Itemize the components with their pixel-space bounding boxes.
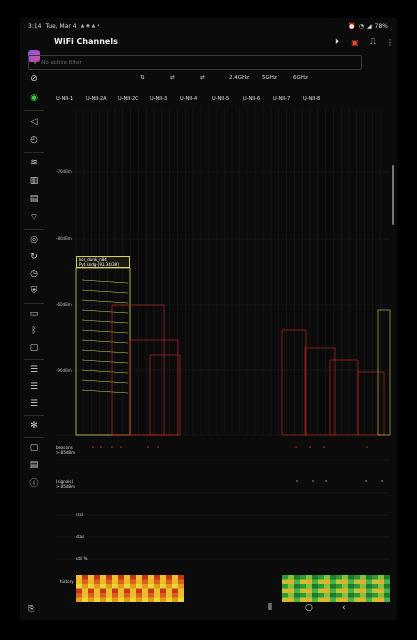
unii-label: U-NII-1 <box>56 96 74 102</box>
notification-icons: ▲ ◆ ▲ • <box>80 23 100 29</box>
unii-label: U-NII-2A <box>86 96 107 102</box>
y-axis-label: -70dBm <box>56 169 72 174</box>
alarm-icon: ⏰ <box>348 22 356 30</box>
server-2-icon[interactable]: ☰ <box>26 380 42 394</box>
band-5g-button[interactable]: 5GHz <box>262 75 277 81</box>
signal-icon[interactable]: ⌔ <box>26 210 42 224</box>
server-icon[interactable]: ☰ <box>26 363 42 377</box>
send-icon[interactable]: ◁ <box>26 115 42 129</box>
rssi-label: rssi <box>76 512 83 517</box>
band-6g-button[interactable]: 6GHz <box>293 75 308 81</box>
screenshot-icon[interactable]: ⎘ <box>28 604 34 614</box>
device-frame: 3:14 Tue, Mar 4 ▲ ◆ ▲ • ⏰ ◔ ◢ 78% ⊘ ◉ ◁ … <box>0 0 417 640</box>
filter-icon: ▼ <box>33 59 38 66</box>
scrollbar-thumb[interactable] <box>392 165 394 225</box>
app-screen: 3:14 Tue, Mar 4 ▲ ◆ ▲ • ⏰ ◔ ◢ 78% ⊘ ◉ ◁ … <box>20 18 397 620</box>
no-wifi-icon[interactable]: ⊘ <box>26 72 42 86</box>
radar-icon[interactable]: ◎ <box>26 233 42 247</box>
unii-label: U-NII-2C <box>118 96 139 102</box>
y-axis-label: -90dBm <box>56 368 72 373</box>
swap-2-icon[interactable]: ⇄ <box>200 75 205 81</box>
sidebar-divider <box>24 437 44 438</box>
unii-label: U-NII-4 <box>180 96 198 102</box>
shield-icon[interactable]: ⛨ <box>26 284 42 298</box>
home-icon[interactable]: ○ <box>305 603 313 613</box>
top-app-bar: WiFi Channels ⏵ ▣ ⎍ ⋮ <box>48 32 397 52</box>
server-3-icon[interactable]: ☰ <box>26 397 42 411</box>
sidebar-divider <box>24 110 44 111</box>
page-title: WiFi Channels <box>54 37 118 46</box>
filter-field[interactable]: ▼ No active filter <box>28 55 362 70</box>
chat-icon[interactable]: ▢ <box>26 441 42 455</box>
wifi-status-icon: ◔ <box>358 22 365 30</box>
info-icon[interactable]: ⓘ <box>26 475 42 489</box>
status-time: 3:14 <box>28 22 42 30</box>
status-date: Tue, Mar 4 <box>45 22 77 30</box>
bar-chart-2-icon[interactable]: ▤ <box>26 192 42 206</box>
pdf-icon[interactable]: ▣ <box>349 36 361 48</box>
battery-percent: 78% <box>374 22 388 30</box>
more-vert-icon[interactable]: ⋮ <box>384 36 396 48</box>
sidebar-divider <box>24 415 44 416</box>
signals-label: (signals) >-85dBm <box>56 479 76 489</box>
history-label: history <box>60 579 74 584</box>
unii-label: U-NII-5 <box>212 96 230 102</box>
signal-step-icon[interactable]: ⎍ <box>367 36 379 48</box>
y-axis-label: -60dBm <box>56 302 72 307</box>
signal-status-icon: ◢ <box>367 22 372 30</box>
settings-icon[interactable]: ✻ <box>26 419 42 433</box>
unii-label: U-NII-7 <box>273 96 291 102</box>
sidebar-divider <box>24 303 44 304</box>
band-2g-button[interactable]: 2.4GHz <box>229 75 249 81</box>
recents-icon[interactable]: ⦀ <box>268 603 272 613</box>
shield-green-icon[interactable]: ◉ <box>26 91 42 105</box>
back-icon[interactable]: ‹ <box>342 603 346 613</box>
bar-chart-icon[interactable]: ▥ <box>26 174 42 188</box>
status-bar: 3:14 Tue, Mar 4 ▲ ◆ ▲ • ⏰ ◔ ◢ 78% <box>28 20 388 32</box>
ssid-line-2: Pyt sndg-[91.34/38] <box>79 262 119 267</box>
unii-label: U-NII-6 <box>243 96 261 102</box>
unii-label: U-NII-8 <box>303 96 321 102</box>
stas-label: stas <box>76 534 85 539</box>
refresh-icon[interactable]: ↻ <box>26 250 42 264</box>
wifi-icon[interactable]: ≋ <box>26 156 42 170</box>
rotate-icon[interactable]: ⇅ <box>140 75 145 81</box>
ssid-label-box[interactable]: kor_dunk_n84 Pyt sndg-[91.34/38] <box>76 256 130 268</box>
speed-icon[interactable]: ◴ <box>26 133 42 147</box>
bluetooth-icon[interactable]: ᛒ <box>26 324 42 338</box>
sidebar: ⊘ ◉ ◁ ◴ ≋ ▥ ▤ ⌔ ◎ ↻ ◷ ⛨ ▭ ᛒ ▢ ☰ ☰ ☰ ✻ ▢ … <box>20 32 48 607</box>
router-icon[interactable]: ▭ <box>26 307 42 321</box>
util-label: util % <box>76 556 88 561</box>
unii-label: U-NII-3 <box>150 96 168 102</box>
sidebar-divider <box>24 152 44 153</box>
beacons-label: beacons >-85dBm <box>56 445 76 455</box>
monitor-icon[interactable]: ▢ <box>26 341 42 355</box>
play-circle-icon[interactable]: ⏵ <box>331 36 343 48</box>
band-selector-row: ⇅ ⇄ ⇄ 2.4GHz 5GHz 6GHz <box>48 75 397 85</box>
document-icon[interactable]: ▤ <box>26 458 42 472</box>
history-icon[interactable]: ◷ <box>26 267 42 281</box>
sidebar-divider <box>24 359 44 360</box>
swap-icon[interactable]: ⇄ <box>170 75 175 81</box>
filter-placeholder: No active filter <box>41 59 82 66</box>
y-axis-label: -80dBm <box>56 236 72 241</box>
sidebar-divider <box>24 229 44 230</box>
